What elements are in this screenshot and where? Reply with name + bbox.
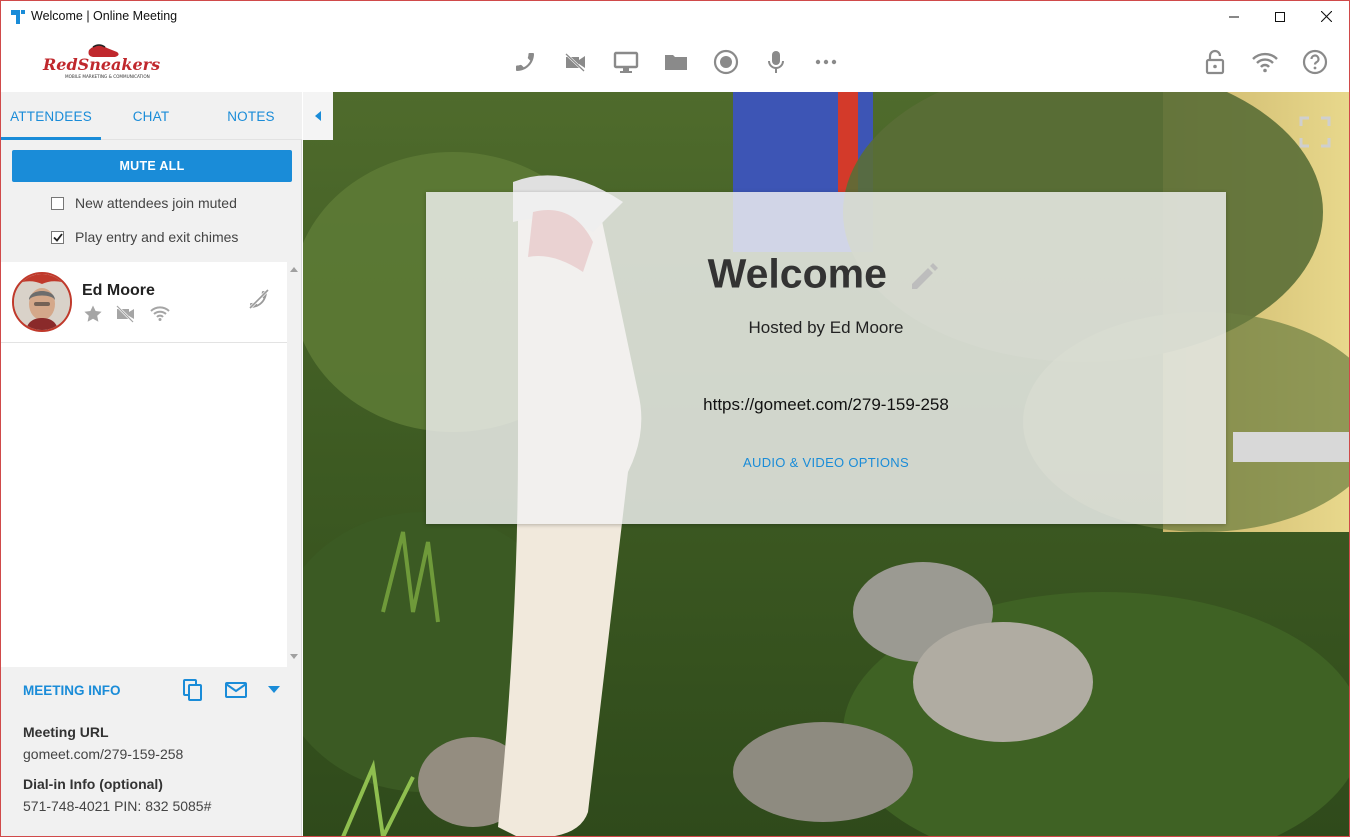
dialin-value: 571-748-4021 PIN: 832 5085# [23,798,212,814]
dialin-label: Dial-in Info (optional) [23,776,163,792]
hosted-by: Hosted by Ed Moore [748,318,904,337]
attendee-item[interactable]: Ed Moore [1,262,287,343]
tab-notes[interactable]: NOTES [201,92,301,140]
tab-chat[interactable]: CHAT [101,92,201,140]
welcome-title-row: Welcome [426,248,1226,298]
title-bar: Welcome | Online Meeting [1,1,1349,32]
attendee-scrollbar[interactable] [287,262,301,667]
audio-video-options-link[interactable]: AUDIO & VIDEO OPTIONS [426,455,1226,470]
close-icon [1320,11,1332,22]
expand-dropdown-icon[interactable] [268,686,280,693]
screen-share-button[interactable] [612,48,640,76]
scroll-down-icon[interactable] [290,654,298,660]
chimes-label: Play entry and exit chimes [75,229,239,245]
chimes-checkbox[interactable] [51,230,64,244]
chimes-option[interactable]: Play entry and exit chimes [51,227,238,247]
help-button[interactable] [1301,48,1329,76]
lock-icon [1205,49,1225,75]
attendee-status-icons [83,304,171,324]
join-muted-label: New attendees join muted [75,195,237,211]
meeting-info-panel: MEETING INFO Meeting URL gomeet.com/279-… [1,667,301,836]
meeting-url-value: gomeet.com/279-159-258 [23,746,184,762]
app-window: Welcome | Online Meeting RedSneakers MOB… [0,0,1350,837]
sidebar-tabs: ATTENDEES CHAT NOTES [1,92,302,140]
help-icon [1302,49,1328,75]
welcome-title: Welcome [707,250,887,297]
record-button[interactable] [712,48,740,76]
sidebar: ATTENDEES CHAT NOTES MUTE ALL New attend… [1,92,302,836]
svg-text:MOBILE MARKETING & COMMUNICATI: MOBILE MARKETING & COMMUNICATION [65,74,150,79]
svg-text:RedSneakers: RedSneakers [42,55,160,74]
record-icon [713,49,739,75]
files-button[interactable] [662,48,690,76]
folder-icon [665,55,687,70]
edit-pencil-icon[interactable] [908,256,944,292]
camera-off-button[interactable] [562,48,590,76]
mute-all-button[interactable]: MUTE ALL [12,150,292,182]
tab-attendees[interactable]: ATTENDEES [1,92,101,140]
meeting-url-label: Meeting URL [23,724,109,740]
toolbar: RedSneakers MOBILE MARKETING & COMMUNICA… [1,32,1349,92]
microphone-icon [768,51,784,73]
connection-button[interactable] [1251,48,1279,76]
maximize-icon [1275,11,1285,22]
more-icon [815,59,837,65]
welcome-card: Welcome Hosted by Ed Moore https://gomee… [426,192,1226,524]
wifi-icon [150,306,170,321]
app-icon [11,10,25,24]
attendee-list: Ed Moore [1,262,287,667]
window-title: Welcome | Online Meeting [31,9,178,23]
phone-off-icon[interactable] [246,286,272,312]
wifi-icon [1252,52,1278,73]
redsneakers-logo: RedSneakers MOBILE MARKETING & COMMUNICA… [42,44,160,79]
fullscreen-icon[interactable] [1299,116,1331,148]
copy-icon[interactable] [182,678,204,702]
checkmark-icon [52,232,63,242]
attendee-name: Ed Moore [82,282,155,299]
collapse-sidebar-button[interactable] [303,92,333,140]
minimize-button[interactable] [1211,1,1257,32]
microphone-button[interactable] [762,48,790,76]
video-off-icon [565,53,585,72]
screen-share-icon [613,51,639,73]
video-off-icon [116,305,134,323]
email-icon[interactable] [224,681,248,699]
join-muted-option[interactable]: New attendees join muted [51,193,237,213]
close-button[interactable] [1303,1,1349,32]
maximize-button[interactable] [1257,1,1303,32]
scroll-up-icon[interactable] [290,266,298,272]
join-muted-checkbox[interactable] [51,196,64,210]
chevron-left-icon [315,111,321,121]
meeting-url[interactable]: https://gomeet.com/279-159-258 [426,395,1226,415]
phone-icon [516,53,534,71]
meeting-info-title[interactable]: MEETING INFO [23,683,121,698]
star-icon [84,305,102,322]
avatar [12,272,72,332]
lock-button[interactable] [1201,48,1229,76]
minimize-icon [1229,16,1239,17]
phone-button[interactable] [512,48,540,76]
more-button[interactable] [812,48,840,76]
